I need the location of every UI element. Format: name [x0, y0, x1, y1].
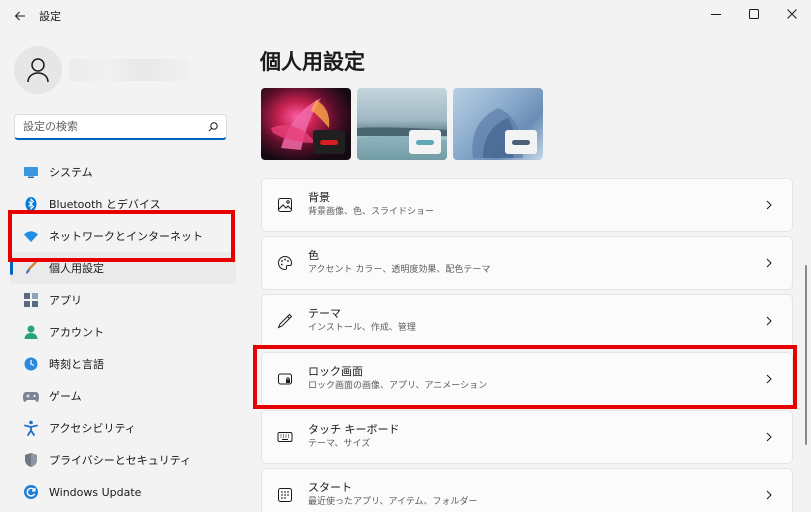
sidebar-item-label: アクセシビリティ: [49, 422, 136, 435]
sidebar-item-accounts[interactable]: アカウント: [10, 316, 236, 348]
theme-preview-glow[interactable]: [261, 88, 351, 160]
card-start[interactable]: スタート 最近使ったアプリ、アイテム、フォルダー: [261, 468, 793, 512]
search-icon: [208, 121, 218, 132]
card-title: タッチ キーボード: [308, 423, 400, 436]
minimize-icon: [711, 14, 721, 15]
sidebar-item-label: プライバシーとセキュリティ: [49, 454, 192, 467]
theme-chip: [505, 130, 537, 154]
theme-preview-captured-motion[interactable]: [357, 88, 447, 160]
avatar: [14, 46, 62, 94]
sidebar-item-privacy-security[interactable]: プライバシーとセキュリティ: [10, 444, 236, 476]
search-input[interactable]: [23, 120, 208, 133]
card-title: 背景: [308, 191, 330, 204]
chevron-right-icon: [766, 316, 772, 326]
vertical-scrollbar[interactable]: [805, 265, 807, 445]
arrow-left-icon: [14, 11, 25, 21]
card-background[interactable]: 背景 背景画像、色、スライドショー: [261, 178, 793, 232]
card-title: 色: [308, 249, 319, 262]
sidebar-item-label: ゲーム: [49, 390, 82, 403]
card-subtitle: テーマ、サイズ: [308, 439, 371, 449]
clock-globe-icon: [22, 355, 40, 373]
sidebar-item-gaming[interactable]: ゲーム: [10, 380, 236, 412]
card-themes[interactable]: テーマ インストール、作成、管理: [261, 294, 793, 348]
card-title: テーマ: [308, 307, 341, 320]
display-icon: [22, 163, 40, 181]
nav-list: システム Bluetooth とデバイス ネットワークとインターネット 個人用設…: [10, 156, 236, 508]
card-touch-keyboard[interactable]: タッチ キーボード テーマ、サイズ: [261, 410, 793, 464]
palette-icon: [274, 252, 296, 274]
theme-previews: [261, 88, 543, 160]
theme-chip: [313, 130, 345, 154]
accessibility-icon: [22, 419, 40, 437]
card-subtitle: アクセント カラー、透明度効果、配色テーマ: [308, 265, 491, 275]
picture-icon: [274, 194, 296, 216]
sidebar-item-label: 時刻と言語: [49, 358, 104, 371]
theme-chip: [409, 130, 441, 154]
chevron-right-icon: [766, 258, 772, 268]
update-icon: [22, 483, 40, 501]
sidebar-item-label: Windows Update: [49, 485, 142, 499]
chevron-right-icon: [766, 200, 772, 210]
card-subtitle: 最近使ったアプリ、アイテム、フォルダー: [308, 497, 478, 507]
sidebar-item-apps[interactable]: アプリ: [10, 284, 236, 316]
back-button[interactable]: [10, 6, 30, 26]
title-bar: 設定: [0, 0, 811, 32]
sidebar: システム Bluetooth とデバイス ネットワークとインターネット 個人用設…: [0, 32, 246, 512]
chevron-right-icon: [766, 490, 772, 500]
maximize-icon: [749, 9, 759, 19]
window-controls: [697, 0, 811, 28]
sidebar-item-label: システム: [49, 166, 93, 179]
person-icon: [27, 58, 49, 83]
sidebar-item-label: アカウント: [49, 326, 104, 339]
chevron-right-icon: [766, 432, 772, 442]
user-profile[interactable]: [14, 46, 190, 94]
start-icon: [274, 484, 296, 506]
app-title: 設定: [39, 10, 61, 23]
page-title: 個人用設定: [260, 50, 365, 74]
blurred-account-name: [70, 59, 190, 81]
close-button[interactable]: [773, 0, 811, 28]
highlight-box-personalization: [8, 210, 235, 262]
sidebar-item-time-language[interactable]: 時刻と言語: [10, 348, 236, 380]
sidebar-item-label: アプリ: [49, 294, 82, 307]
minimize-button[interactable]: [697, 0, 735, 28]
sidebar-item-system[interactable]: システム: [10, 156, 236, 188]
highlight-box-lock-screen: [253, 345, 797, 409]
theme-preview-bloom[interactable]: [453, 88, 543, 160]
close-icon: [787, 9, 797, 19]
card-subtitle: 背景画像、色、スライドショー: [308, 207, 435, 217]
maximize-button[interactable]: [735, 0, 773, 28]
account-icon: [22, 323, 40, 341]
pen-icon: [274, 310, 296, 332]
apps-icon: [22, 291, 40, 309]
search-box[interactable]: [14, 114, 227, 140]
sidebar-item-label: 個人用設定: [49, 262, 104, 275]
keyboard-icon: [274, 426, 296, 448]
sidebar-item-accessibility[interactable]: アクセシビリティ: [10, 412, 236, 444]
gamepad-icon: [22, 387, 40, 405]
card-colors[interactable]: 色 アクセント カラー、透明度効果、配色テーマ: [261, 236, 793, 290]
sidebar-item-windows-update[interactable]: Windows Update: [10, 476, 236, 508]
card-subtitle: インストール、作成、管理: [308, 323, 416, 333]
shield-icon: [22, 451, 40, 469]
card-title: スタート: [308, 481, 352, 494]
